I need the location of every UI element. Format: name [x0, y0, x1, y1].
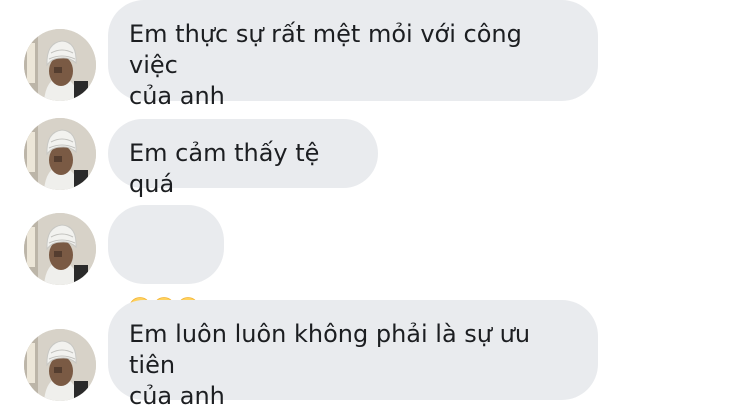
avatar[interactable] — [24, 118, 96, 190]
avatar[interactable] — [24, 329, 96, 401]
message-bubble[interactable]: Em cảm thấy tệ quá — [108, 119, 378, 198]
message-bubble[interactable]: Em luôn luôn không phải là sự ưu tiên củ… — [108, 300, 598, 410]
smiling-face-emoji — [177, 234, 199, 256]
smiling-face-emoji — [153, 234, 175, 256]
smiling-face-emoji — [129, 234, 151, 256]
avatar[interactable] — [24, 29, 96, 101]
avatar[interactable] — [24, 213, 96, 285]
message-bubble[interactable]: Em thực sự rất mệt mỏi với công việc của… — [108, 0, 598, 110]
emoji-bubble[interactable] — [108, 205, 224, 284]
